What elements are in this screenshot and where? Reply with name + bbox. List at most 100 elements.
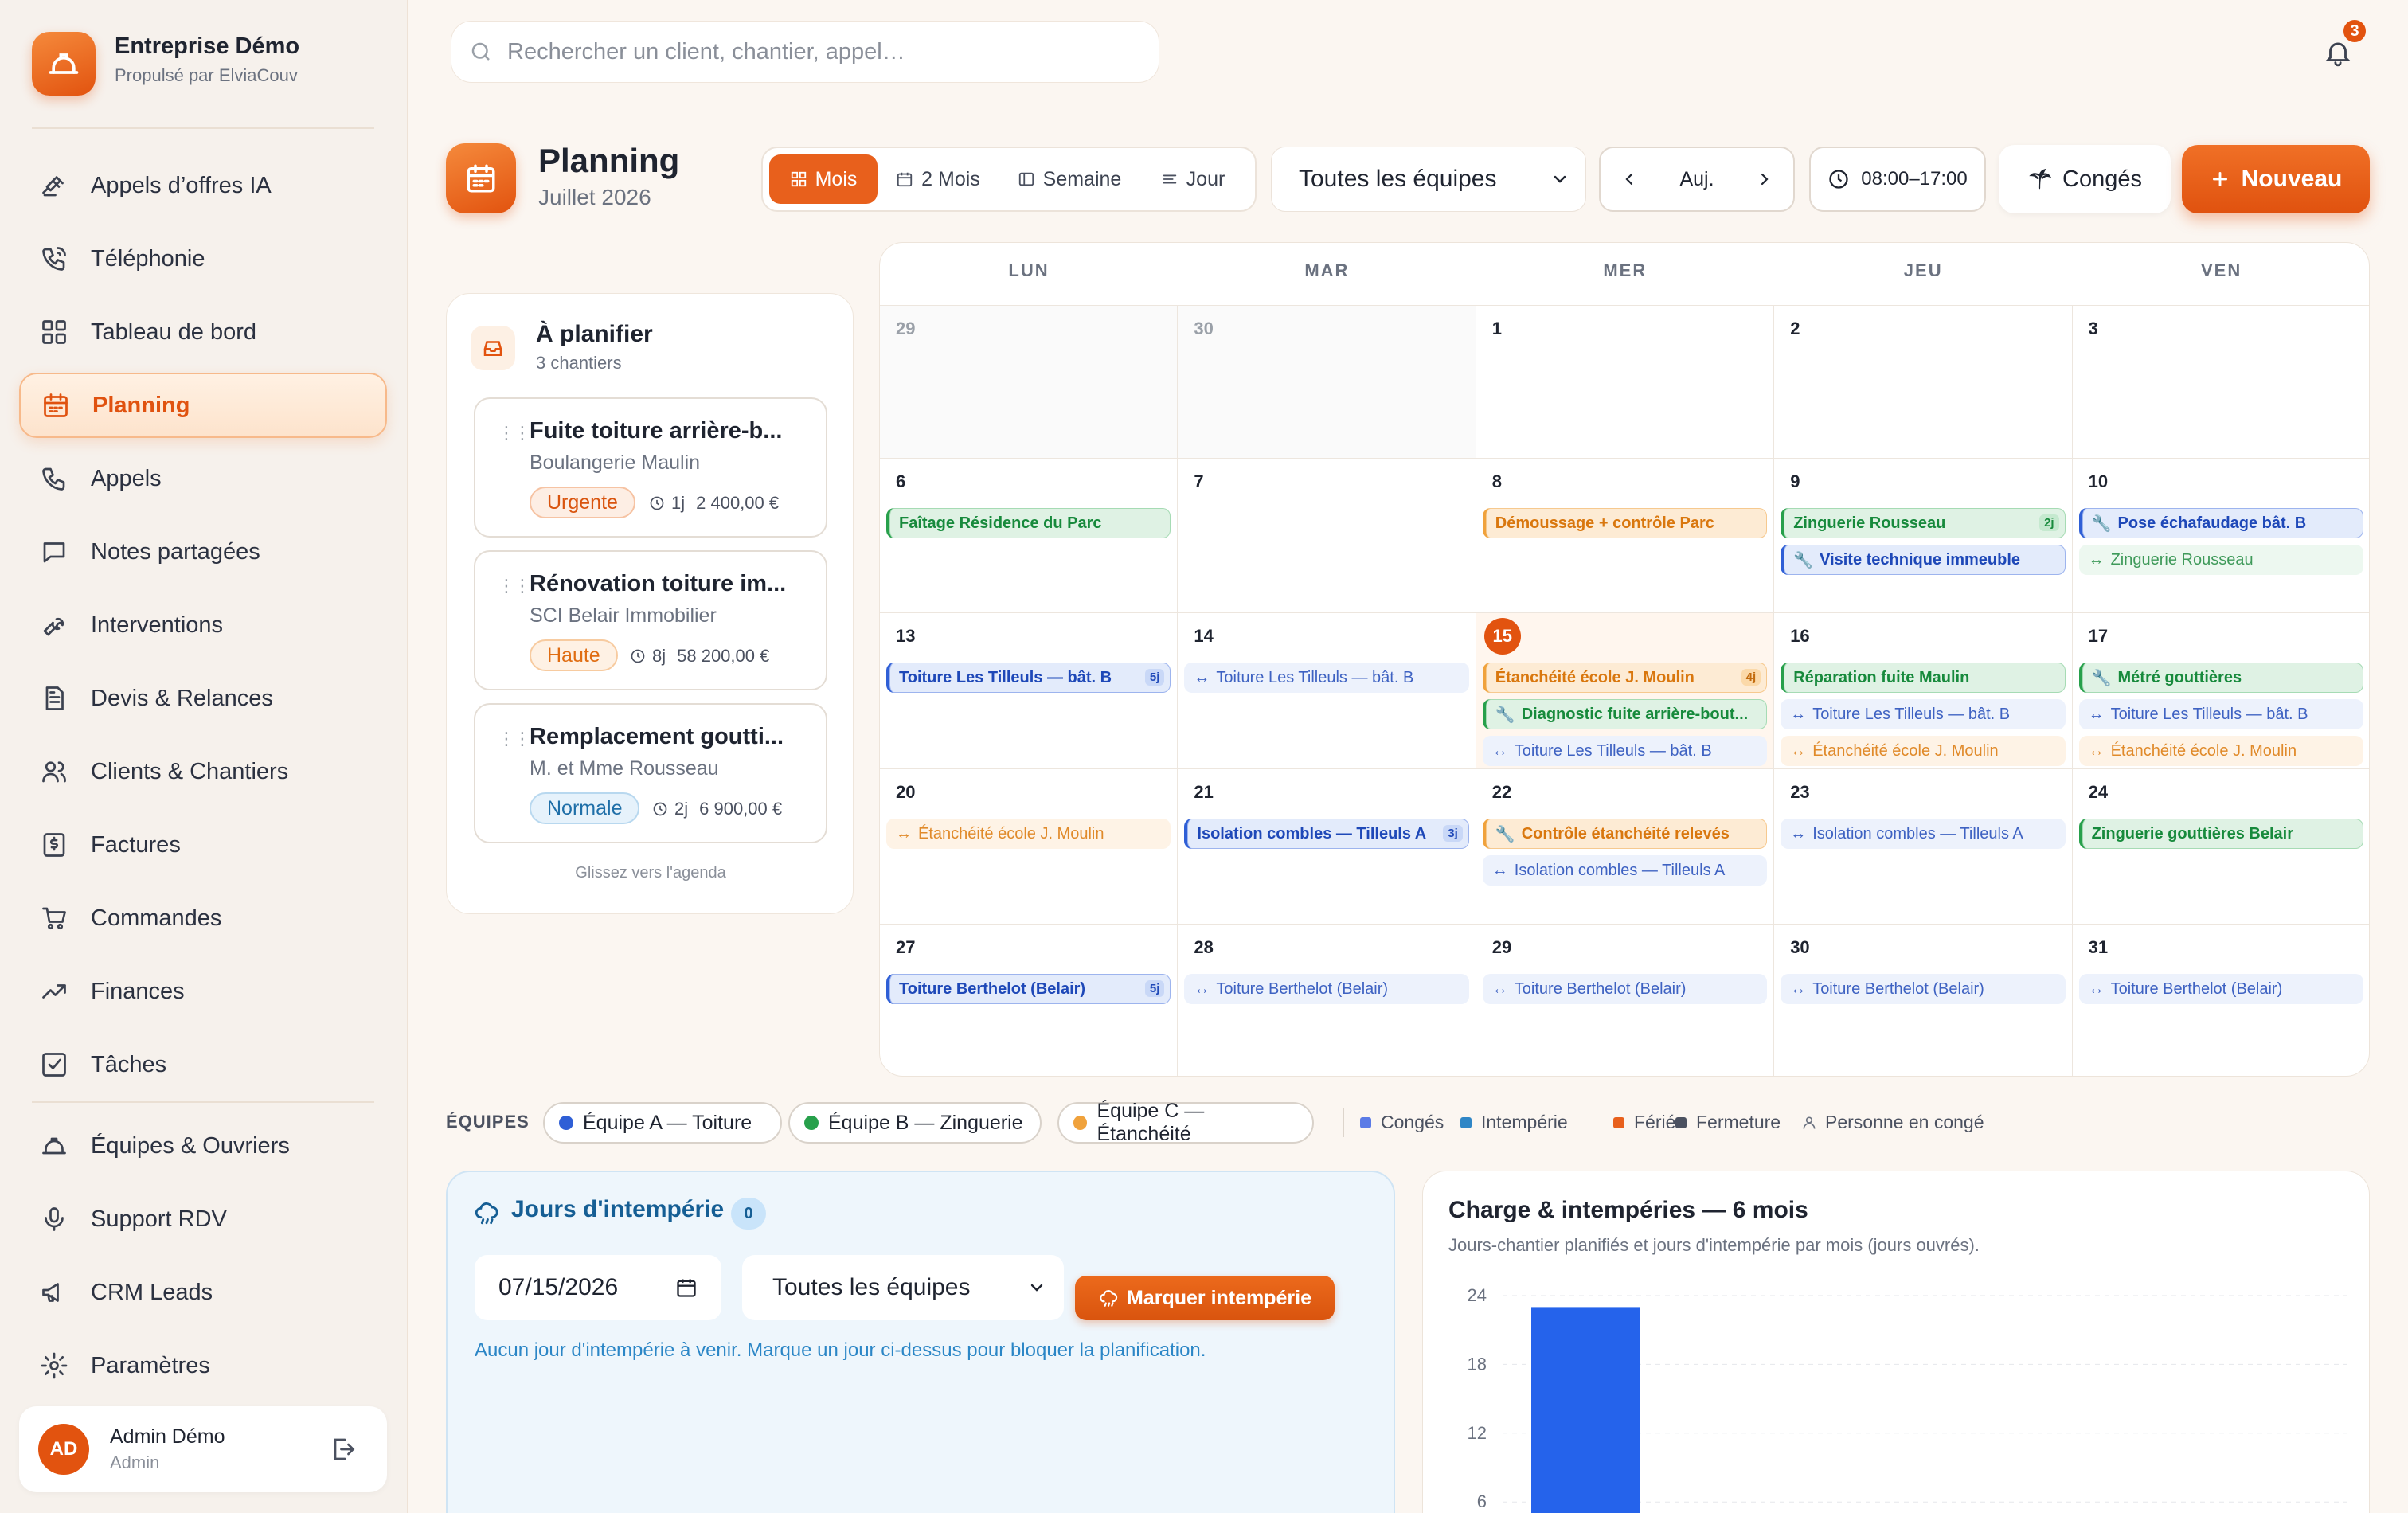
view-day-button[interactable]: Jour (1142, 154, 1244, 204)
calendar-event[interactable]: 🔧 Pose échafaudage bât. B (2078, 508, 2363, 538)
calendar-day-cell[interactable]: 1 (1476, 305, 1775, 458)
calendar-day-cell[interactable]: 22 🔧 Contrôle étanchéité relevés ↔ Isolation… (1476, 768, 1775, 924)
working-hours-button[interactable]: 08:00–17:00 (1809, 147, 1986, 212)
sidebar-item-phone-ring[interactable]: Téléphonie (19, 226, 387, 291)
sidebar-item-checkbox[interactable]: Tâches (19, 1032, 387, 1097)
sidebar-item-document[interactable]: Devis & Relances (19, 666, 387, 731)
calendar-event[interactable]: Démoussage + contrôle Parc (1482, 508, 1768, 538)
team-filter-select[interactable]: Toutes les équipes (1271, 147, 1586, 212)
calendar-day-cell[interactable]: 29 (880, 305, 1179, 458)
view-2months-button[interactable]: 2 Mois (882, 154, 994, 204)
calendar-event[interactable]: Toiture Berthelot (Belair) 5j (886, 974, 1171, 1004)
logout-icon[interactable] (328, 1435, 357, 1464)
sidebar-item-mic[interactable]: Support RDV (19, 1187, 387, 1252)
sidebar-item-gavel[interactable]: Appels d’offres IA (19, 153, 387, 218)
calendar-day-cell[interactable]: 10 🔧 Pose échafaudage bât. B ↔ Zinguerie Rou… (2072, 458, 2369, 612)
view-month-button[interactable]: Mois (769, 154, 878, 204)
today-button[interactable]: Auj. (1679, 168, 1714, 191)
calendar-event[interactable]: 🔧 Métré gouttières (2078, 663, 2363, 693)
chevron-left-icon[interactable] (1620, 170, 1639, 189)
calendar-event[interactable]: ↔ Toiture Berthelot (Belair) (1482, 974, 1768, 1004)
calendar-day-cell[interactable]: 20 ↔ Étanchéité école J. Moulin (880, 768, 1179, 924)
calendar-day-cell[interactable]: 9 Zinguerie Rousseau 2j 🔧 Visite technique i… (1774, 458, 2073, 612)
calendar-event[interactable]: ↔ Toiture Berthelot (Belair) (2078, 974, 2363, 1004)
team-filter-chip[interactable]: Équipe A — Toiture (543, 1102, 782, 1144)
calendar-event[interactable]: ↔ Toiture Les Tilleuls — bât. B (1184, 663, 1469, 693)
calendar-event[interactable]: ↔ Toiture Berthelot (Belair) (1781, 974, 2066, 1004)
new-button[interactable]: Nouveau (2182, 145, 2370, 213)
drag-handle-icon[interactable]: ⋮⋮ (498, 423, 531, 444)
drag-handle-icon[interactable]: ⋮⋮ (498, 729, 531, 749)
calendar-event[interactable]: 🔧 Contrôle étanchéité relevés (1482, 819, 1768, 849)
calendar-event[interactable]: ↔ Étanchéité école J. Moulin (2078, 736, 2363, 766)
chart-bar[interactable] (1531, 1307, 1640, 1513)
calendar-day-cell[interactable]: 31 ↔ Toiture Berthelot (Belair) (2072, 924, 2369, 1076)
sidebar-item-chat[interactable]: Notes partagées (19, 519, 387, 584)
user-card[interactable]: AD Admin Démo Admin (19, 1406, 387, 1492)
sidebar-item-gear[interactable]: Paramètres (19, 1333, 387, 1398)
sidebar-item-trend[interactable]: Finances (19, 959, 387, 1024)
calendar-event[interactable]: Faîtage Résidence du Parc (886, 508, 1171, 538)
conges-button[interactable]: Congés (1999, 145, 2171, 213)
calendar-day-cell[interactable]: 8 Démoussage + contrôle Parc (1476, 458, 1775, 612)
team-filter-chip[interactable]: Équipe C — Étanchéité (1057, 1100, 1314, 1145)
calendar-event[interactable]: 🔧 Visite technique immeuble (1781, 545, 2066, 575)
sidebar-item-megaphone[interactable]: CRM Leads (19, 1260, 387, 1325)
calendar-day-cell[interactable]: 13 Toiture Les Tilleuls — bât. B 5j (880, 612, 1179, 768)
calendar-day-cell[interactable]: 17 🔧 Métré gouttières ↔ Toiture Les Tilleuls… (2072, 612, 2369, 768)
calendar-event[interactable]: ↔ Toiture Les Tilleuls — bât. B (1482, 736, 1768, 766)
calendar-day-cell[interactable]: 16 Réparation fuite Maulin ↔ Toiture Les Ti… (1774, 612, 2073, 768)
calendar-event[interactable]: Réparation fuite Maulin (1781, 663, 2066, 693)
calendar-event[interactable]: ↔ Étanchéité école J. Moulin (1781, 736, 2066, 766)
sidebar-item-calendar[interactable]: Planning (19, 373, 387, 438)
calendar-event[interactable]: Isolation combles — Tilleuls A 3j (1184, 819, 1469, 849)
calendar-day-cell[interactable]: 14 ↔ Toiture Les Tilleuls — bât. B (1178, 612, 1476, 768)
calendar-day-cell[interactable]: 30 ↔ Toiture Berthelot (Belair) (1774, 924, 2073, 1076)
calendar-day-cell[interactable]: 29 ↔ Toiture Berthelot (Belair) (1476, 924, 1775, 1076)
calendar-event[interactable]: ↔ Toiture Les Tilleuls — bât. B (1781, 699, 2066, 729)
search-input[interactable]: Rechercher un client, chantier, appel… (451, 21, 1159, 83)
mark-bad-weather-button[interactable]: Marquer intempérie (1075, 1276, 1335, 1320)
calendar-event[interactable]: 🔧 Diagnostic fuite arrière-bout... (1482, 699, 1768, 729)
calendar-event[interactable]: ↔ Isolation combles — Tilleuls A (1781, 819, 2066, 849)
calendar-event[interactable]: ↔ Zinguerie Rousseau (2078, 545, 2363, 575)
calendar-day-cell[interactable]: 2 (1774, 305, 2073, 458)
drag-handle-icon[interactable]: ⋮⋮ (498, 576, 531, 596)
calendar-event[interactable]: ↔ Étanchéité école J. Moulin (886, 819, 1171, 849)
sidebar-item-wrench[interactable]: Interventions (19, 592, 387, 658)
calendar-day-cell[interactable]: 15 Étanchéité école J. Moulin 4j 🔧 Diagnosti… (1476, 612, 1775, 768)
calendar-event[interactable]: Étanchéité école J. Moulin 4j (1482, 663, 1768, 693)
event-title: Pose échafaudage bât. B (2117, 514, 2307, 532)
calendar-event[interactable]: ↔ Isolation combles — Tilleuls A (1482, 855, 1768, 886)
calendar-day-cell[interactable]: 27 Toiture Berthelot (Belair) 5j (880, 924, 1179, 1076)
view-week-button[interactable]: Semaine (1002, 154, 1137, 204)
calendar-event[interactable]: ↔ Toiture Berthelot (Belair) (1184, 974, 1469, 1004)
chevron-right-icon[interactable] (1755, 170, 1774, 189)
calendar-day-cell[interactable]: 3 (2072, 305, 2369, 458)
team-filter-chip[interactable]: Équipe B — Zinguerie (788, 1102, 1042, 1144)
calendar-event[interactable]: Zinguerie Rousseau 2j (1781, 508, 2066, 538)
sidebar-item-cart[interactable]: Commandes (19, 886, 387, 951)
sidebar-item-users[interactable]: Clients & Chantiers (19, 739, 387, 804)
unplanned-job-card[interactable]: ⋮⋮ Remplacement goutti... M. et Mme Rousse… (474, 703, 827, 843)
date-field[interactable]: 07/15/2026 (475, 1255, 721, 1320)
calendar-day-cell[interactable]: 28 ↔ Toiture Berthelot (Belair) (1178, 924, 1476, 1076)
calendar-day-cell[interactable]: 30 (1178, 305, 1476, 458)
sidebar-item-invoice[interactable]: Factures (19, 812, 387, 878)
calendar-day-cell[interactable]: 7 (1178, 458, 1476, 612)
calendar-event[interactable]: Toiture Les Tilleuls — bât. B 5j (886, 663, 1171, 693)
unplanned-job-card[interactable]: ⋮⋮ Rénovation toiture im... SCI Belair Imm… (474, 550, 827, 690)
day-number: 29 (896, 319, 916, 338)
calendar-day-cell[interactable]: 21 Isolation combles — Tilleuls A 3j (1178, 768, 1476, 924)
sidebar-item-dashboard[interactable]: Tableau de bord (19, 299, 387, 365)
calendar-day-cell[interactable]: 6 Faîtage Résidence du Parc (880, 458, 1179, 612)
calendar-day-cell[interactable]: 24 Zinguerie gouttières Belair (2072, 768, 2369, 924)
calendar-event[interactable]: Zinguerie gouttières Belair (2078, 819, 2363, 849)
calendar-event[interactable]: ↔ Toiture Les Tilleuls — bât. B (2078, 699, 2363, 729)
calendar-day-cell[interactable]: 23 ↔ Isolation combles — Tilleuls A (1774, 768, 2073, 924)
sidebar-item-helmet[interactable]: Équipes & Ouvriers (19, 1113, 387, 1179)
calendar-picker-icon[interactable] (675, 1276, 698, 1299)
sidebar-item-phone[interactable]: Appels (19, 446, 387, 511)
unplanned-job-card[interactable]: ⋮⋮ Fuite toiture arrière-b... Boulangerie … (474, 397, 827, 538)
weather-team-select[interactable]: Toutes les équipes (742, 1255, 1064, 1320)
